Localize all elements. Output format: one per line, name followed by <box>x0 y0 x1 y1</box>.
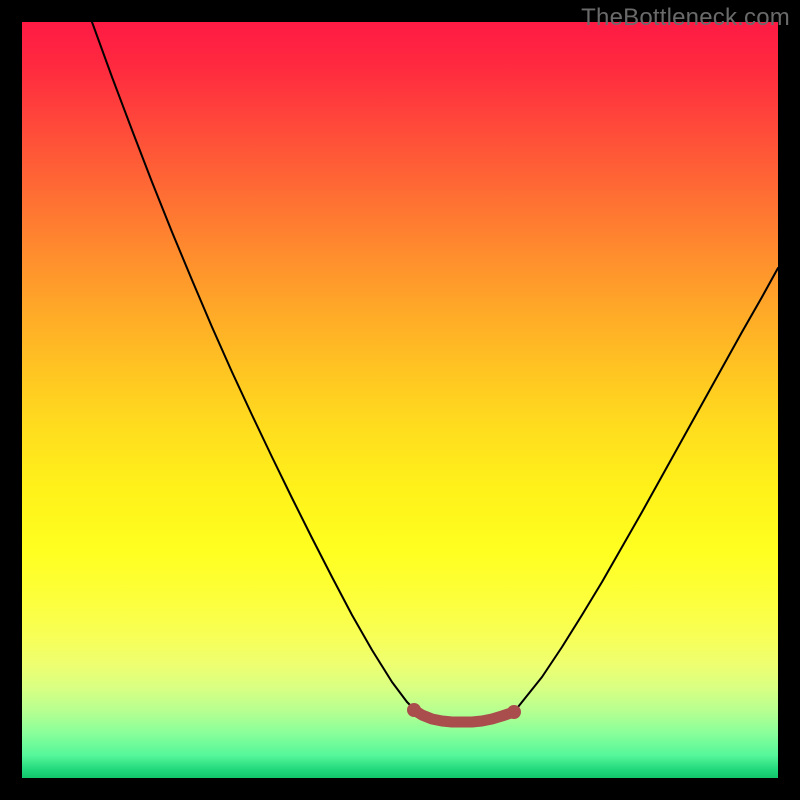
watermark-label: TheBottleneck.com <box>581 4 790 32</box>
chart-frame: TheBottleneck.com <box>0 0 800 800</box>
highlight-start-dot <box>407 703 421 717</box>
plateau-highlight <box>414 710 514 722</box>
bottleneck-curve <box>92 22 778 722</box>
highlight-end-dot <box>507 705 521 719</box>
curve-layer <box>22 22 778 778</box>
plot-area <box>22 22 778 778</box>
